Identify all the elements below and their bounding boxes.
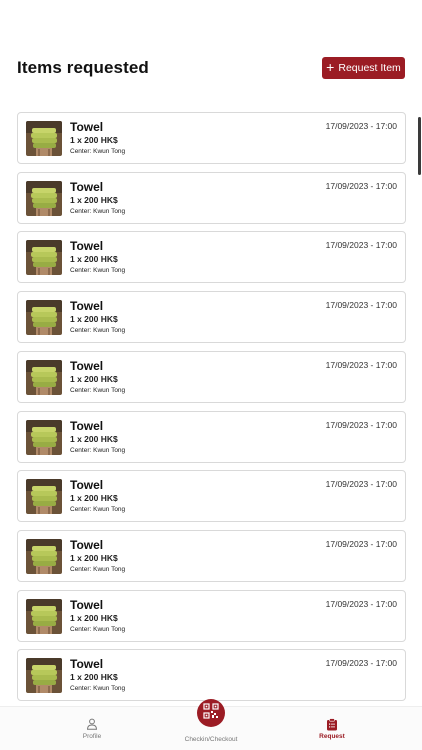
person-icon bbox=[86, 717, 98, 731]
item-datetime: 17/09/2023 - 17:00 bbox=[325, 419, 397, 430]
item-name: Towel bbox=[70, 418, 104, 433]
request-card[interactable]: Towel 1 x 200 HK$ Center: Kwun Tong 17/09/2… bbox=[17, 291, 406, 344]
item-datetime: 17/09/2023 - 17:00 bbox=[325, 359, 397, 370]
item-center: Center: Kwun Tong bbox=[70, 148, 126, 155]
item-quantity: 1 x 200 HK$ bbox=[70, 433, 118, 444]
item-name: Towel bbox=[70, 299, 104, 314]
item-datetime: 17/09/2023 - 17:00 bbox=[325, 180, 397, 191]
item-thumbnail bbox=[26, 419, 62, 455]
item-thumbnail bbox=[26, 121, 62, 156]
item-center: Center: Kwun Tong bbox=[70, 506, 126, 514]
request-card[interactable]: Towel 1 x 200 HK$ Center: Kwun Tong 17/09/2… bbox=[17, 350, 406, 403]
item-center: Center: Kwun Tong bbox=[70, 267, 126, 275]
page-header: Items requested + Request Item bbox=[17, 57, 405, 79]
item-name: Towel bbox=[70, 478, 104, 493]
request-item-label: Request Item bbox=[338, 62, 401, 74]
item-center: Center: Kwun Tong bbox=[70, 565, 126, 573]
item-center: Center: Kwun Tong bbox=[70, 327, 126, 335]
item-datetime: 17/09/2023 - 17:00 bbox=[325, 658, 397, 669]
checkin-qr-button[interactable] bbox=[197, 699, 225, 727]
item-name: Towel bbox=[70, 657, 104, 672]
item-center: Center: Kwun Tong bbox=[70, 386, 126, 394]
item-quantity: 1 x 200 HK$ bbox=[70, 612, 118, 623]
clipboard-icon bbox=[326, 717, 338, 731]
item-quantity: 1 x 200 HK$ bbox=[70, 314, 118, 325]
request-card[interactable]: Towel 1 x 200 HK$ Center: Kwun Tong 17/09/2… bbox=[17, 529, 406, 582]
item-datetime: 17/09/2023 - 17:00 bbox=[325, 479, 397, 490]
item-name: Towel bbox=[70, 597, 104, 612]
item-quantity: 1 x 200 HK$ bbox=[70, 135, 118, 145]
item-name: Towel bbox=[70, 239, 104, 254]
item-quantity: 1 x 200 HK$ bbox=[70, 373, 118, 384]
request-card[interactable]: Towel 1 x 200 HK$ Center: Kwun Tong 17/09/2… bbox=[17, 470, 406, 523]
item-thumbnail bbox=[26, 180, 62, 216]
item-center: Center: Kwun Tong bbox=[70, 446, 126, 454]
item-datetime: 17/09/2023 - 17:00 bbox=[325, 538, 397, 549]
item-quantity: 1 x 200 HK$ bbox=[70, 672, 118, 683]
request-item-button[interactable]: + Request Item bbox=[322, 57, 405, 79]
item-thumbnail bbox=[26, 240, 62, 276]
item-thumbnail bbox=[26, 538, 62, 574]
item-datetime: 17/09/2023 - 17:00 bbox=[325, 300, 397, 311]
scrollbar[interactable] bbox=[418, 117, 421, 175]
item-datetime: 17/09/2023 - 17:00 bbox=[325, 598, 397, 609]
item-name: Towel bbox=[70, 358, 104, 373]
request-card[interactable]: Towel 1 x 200 HK$ Center: Kwun Tong 17/09/2… bbox=[17, 589, 406, 642]
request-card[interactable]: Towel 1 x 200 HK$ Center: Kwun Tong 17/09/2… bbox=[17, 231, 406, 284]
item-center: Center: Kwun Tong bbox=[70, 207, 126, 215]
request-card[interactable]: Towel 1 x 200 HK$ Center: Kwun Tong 17/09/2… bbox=[17, 171, 406, 224]
qr-code-icon bbox=[203, 702, 219, 724]
item-name: Towel bbox=[70, 179, 104, 194]
nav-item-request[interactable]: Request bbox=[282, 707, 382, 750]
item-datetime: 17/09/2023 - 17:00 bbox=[325, 121, 397, 131]
requested-items-list[interactable]: Towel 1 x 200 HK$ Center: Kwun Tong 17/09/2… bbox=[17, 112, 406, 706]
item-quantity: 1 x 200 HK$ bbox=[70, 493, 118, 504]
item-center: Center: Kwun Tong bbox=[70, 685, 126, 693]
request-card[interactable]: Towel 1 x 200 HK$ Center: Kwun Tong 17/09/2… bbox=[17, 112, 406, 164]
item-thumbnail bbox=[26, 479, 62, 515]
request-card[interactable]: Towel 1 x 200 HK$ Center: Kwun Tong 17/09/2… bbox=[17, 649, 406, 702]
plus-icon: + bbox=[326, 59, 335, 75]
item-quantity: 1 x 200 HK$ bbox=[70, 254, 118, 265]
item-datetime: 17/09/2023 - 17:00 bbox=[325, 240, 397, 251]
request-card[interactable]: Towel 1 x 200 HK$ Center: Kwun Tong 17/09/2… bbox=[17, 410, 406, 463]
item-thumbnail bbox=[26, 359, 62, 395]
nav-label-checkin-checkout: Checkin/Checkout bbox=[184, 736, 238, 743]
item-name: Towel bbox=[70, 120, 104, 134]
item-thumbnail bbox=[26, 598, 62, 634]
nav-label-request: Request bbox=[319, 733, 345, 740]
item-quantity: 1 x 200 HK$ bbox=[70, 194, 118, 205]
page-title: Items requested bbox=[17, 58, 149, 77]
item-quantity: 1 x 200 HK$ bbox=[70, 552, 118, 563]
nav-label-profile: Profile bbox=[82, 733, 102, 740]
nav-item-profile[interactable]: Profile bbox=[42, 707, 142, 750]
item-name: Towel bbox=[70, 537, 104, 552]
bottom-nav: Profile Checkin/Checkout Request bbox=[0, 699, 422, 750]
item-center: Center: Kwun Tong bbox=[70, 625, 126, 633]
item-thumbnail bbox=[26, 658, 62, 694]
item-thumbnail bbox=[26, 300, 62, 336]
